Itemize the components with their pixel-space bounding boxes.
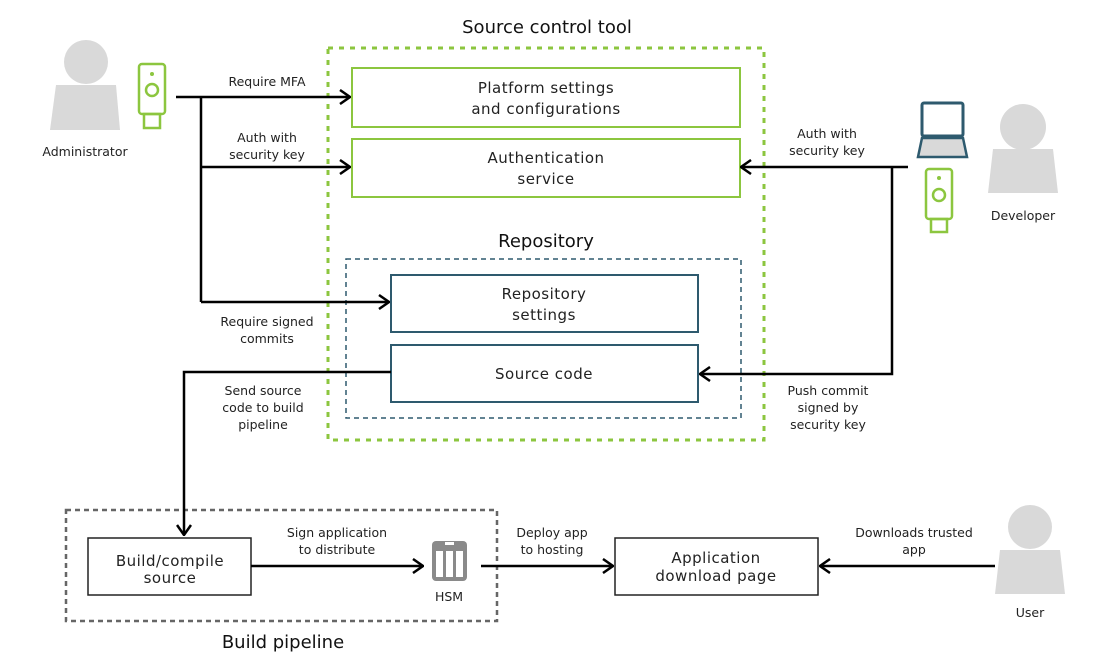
svg-text:Auth with: Auth with <box>237 130 297 145</box>
security-key-icon <box>924 167 954 234</box>
send-source-label: Send source code to build pipeline <box>222 383 303 432</box>
developer-person-icon <box>988 104 1058 193</box>
dev-auth-label: Auth with security key <box>789 126 865 158</box>
svg-text:and configurations: and configurations <box>471 100 620 118</box>
source-code-box: Source code <box>390 344 699 403</box>
require-mfa-label: Require MFA <box>228 74 305 89</box>
svg-text:download page: download page <box>655 567 776 585</box>
deploy-label: Deploy app to hosting <box>516 525 587 557</box>
hsm-icon <box>432 541 467 581</box>
administrator-label: Administrator <box>42 144 128 159</box>
svg-text:security key: security key <box>789 143 865 158</box>
build-pipeline-title: Build pipeline <box>222 632 344 653</box>
svg-text:commits: commits <box>240 331 294 346</box>
security-key-icon <box>137 62 167 130</box>
svg-text:Build/compile: Build/compile <box>116 552 224 570</box>
svg-text:Push commit: Push commit <box>788 383 869 398</box>
administrator-person-icon <box>50 40 120 130</box>
laptop-icon <box>916 101 969 159</box>
security-diagram: Source control tool Platform settings an… <box>42 17 1065 653</box>
svg-text:pipeline: pipeline <box>238 417 288 432</box>
build-compile-box: Build/compile source <box>87 537 252 596</box>
svg-text:Sign application: Sign application <box>287 525 387 540</box>
authentication-service-box: Authentication service <box>351 138 741 198</box>
svg-text:Send source: Send source <box>225 383 302 398</box>
admin-auth-label: Auth with security key <box>229 130 305 162</box>
developer-label: Developer <box>991 208 1056 223</box>
svg-text:Require signed: Require signed <box>220 314 313 329</box>
svg-text:Source code: Source code <box>495 365 593 383</box>
svg-text:code to build: code to build <box>222 400 303 415</box>
signed-commits-label: Require signed commits <box>220 314 313 346</box>
svg-text:source: source <box>144 569 197 587</box>
repository-title: Repository <box>498 231 594 252</box>
svg-text:settings: settings <box>512 306 576 324</box>
svg-text:security key: security key <box>229 147 305 162</box>
svg-text:Repository: Repository <box>502 285 587 303</box>
repository-settings-box: Repository settings <box>390 274 699 333</box>
platform-settings-box: Platform settings and configurations <box>351 67 741 128</box>
hsm-label: HSM <box>435 589 463 604</box>
svg-text:service: service <box>517 170 574 188</box>
svg-text:to distribute: to distribute <box>299 542 376 557</box>
application-download-box: Application download page <box>614 537 819 596</box>
svg-text:Deploy app: Deploy app <box>516 525 587 540</box>
source-control-title: Source control tool <box>462 17 632 38</box>
downloads-label: Downloads trusted app <box>855 525 973 557</box>
user-person-icon <box>995 505 1065 594</box>
svg-text:Authentication: Authentication <box>487 149 604 167</box>
svg-text:Downloads trusted: Downloads trusted <box>855 525 973 540</box>
user-label: User <box>1016 605 1045 620</box>
svg-text:Application: Application <box>671 549 760 567</box>
svg-text:app: app <box>902 542 926 557</box>
svg-text:signed by: signed by <box>798 400 859 415</box>
push-commit-arrow <box>700 167 894 374</box>
push-commit-label: Push commit signed by security key <box>788 383 869 432</box>
svg-text:to hosting: to hosting <box>521 542 584 557</box>
sign-app-label: Sign application to distribute <box>287 525 387 557</box>
svg-text:security key: security key <box>790 417 866 432</box>
svg-text:Platform settings: Platform settings <box>478 79 614 97</box>
svg-text:Auth with: Auth with <box>797 126 857 141</box>
